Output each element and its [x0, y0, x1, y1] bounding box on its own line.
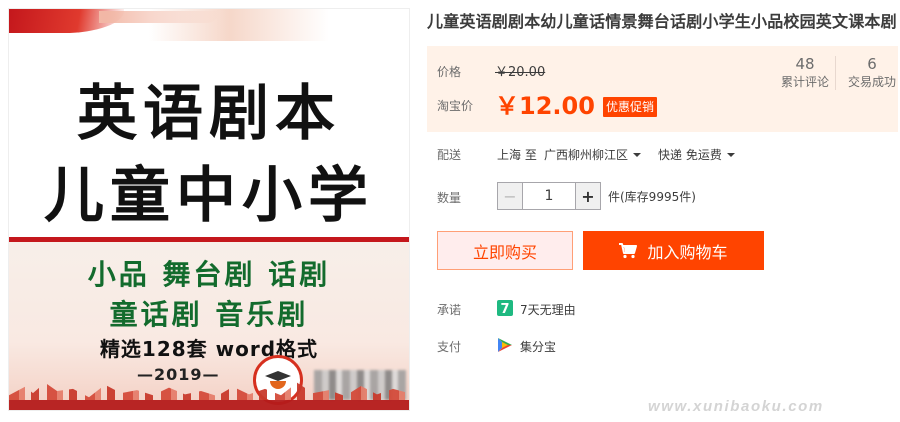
original-price: ￥20.00 — [495, 65, 546, 80]
image-subtitle-line3: 精选128套 word格式 — [99, 337, 319, 361]
image-banner-decoration — [9, 9, 409, 41]
quantity-input[interactable] — [523, 183, 575, 209]
buy-now-label: 立即购买 — [472, 244, 537, 262]
promise-row: 承诺 7 7天无理由 — [437, 300, 637, 318]
image-title-line1: 英语剧本 — [77, 79, 341, 149]
review-count-label: 累计评论 — [780, 75, 829, 89]
payment-label: 支付 — [437, 340, 462, 354]
chevron-down-icon — [726, 153, 735, 157]
taobao-price-label: 淘宝价 — [437, 99, 474, 113]
product-title: 儿童英语剧剧本幼儿童话情景舞台话剧小学生小品校园英文课本剧 — [427, 12, 897, 31]
quantity-decrease-button[interactable]: − — [498, 183, 523, 209]
image-bottom-panel: 小品 舞台剧 话剧 童话剧 音乐剧 精选128套 word格式 —2019— — [9, 237, 409, 410]
promo-badge[interactable]: 优惠促销 — [603, 97, 658, 117]
payment-text[interactable]: 集分宝 — [520, 338, 556, 355]
review-count: 48 — [795, 55, 815, 73]
shipping-method-select[interactable]: 快递 免运费 — [658, 146, 735, 163]
promise-label: 承诺 — [437, 303, 462, 317]
stat-divider — [835, 56, 836, 90]
image-subtitle-line1: 小品 舞台剧 话剧 — [87, 258, 331, 291]
shipping-destination: 广西柳州柳江区 — [544, 148, 629, 162]
shipping-destination-select[interactable]: 广西柳州柳江区 — [544, 146, 642, 163]
price-label: 价格 — [437, 65, 462, 79]
add-to-cart-label: 加入购物车 — [647, 242, 728, 262]
shipping-method: 快递 免运费 — [658, 148, 722, 162]
quantity-increase-button[interactable]: + — [575, 183, 600, 209]
shopping-cart-icon — [619, 242, 638, 258]
sales-count-label: 交易成功 — [847, 75, 896, 89]
shipping-label: 配送 — [437, 148, 462, 162]
product-image[interactable]: 英语剧本 儿童中小学 小品 舞台剧 话剧 童话剧 音乐剧 精选128套 word… — [8, 8, 410, 411]
seven-day-return-icon[interactable]: 7 — [497, 300, 513, 316]
sales-count-stat[interactable]: 6 交易成功 — [837, 54, 900, 90]
stock-info: 件(库存9995件) — [608, 190, 696, 204]
image-year: —2019— — [137, 365, 220, 384]
review-count-stat[interactable]: 48 累计评论 — [770, 54, 840, 90]
site-watermark: www.xunibaoku.com — [648, 398, 824, 415]
price-panel: 价格 ￥20.00 淘宝价 ￥12.00 优惠促销 48 累计评论 6 交易成功 — [427, 46, 898, 132]
payment-row: 支付 集分宝 — [437, 337, 637, 355]
image-subtitle-line2: 童话剧 音乐剧 — [109, 298, 309, 331]
quantity-label: 数量 — [437, 191, 462, 205]
image-title-line2: 儿童中小学 — [44, 161, 374, 231]
svg-text:7: 7 — [500, 302, 509, 316]
shipping-from: 上海 至 — [497, 148, 537, 162]
shipping-row: 配送 上海 至 广西柳州柳江区 快递 免运费 — [427, 144, 897, 164]
quantity-stepper: − + — [497, 182, 601, 210]
add-to-cart-button[interactable]: 加入购物车 — [583, 231, 764, 270]
product-page: 英语剧本 儿童中小学 小品 舞台剧 话剧 童话剧 音乐剧 精选128套 word… — [0, 0, 900, 422]
jifenbao-icon[interactable] — [497, 337, 513, 353]
chevron-down-icon — [633, 153, 642, 157]
sales-count: 6 — [867, 55, 877, 73]
promo-price: ￥12.00 — [495, 92, 595, 120]
promise-text[interactable]: 7天无理由 — [520, 301, 576, 318]
buy-now-button[interactable]: 立即购买 — [437, 231, 573, 270]
quantity-row: 数量 − + 件(库存9995件) — [427, 182, 897, 210]
